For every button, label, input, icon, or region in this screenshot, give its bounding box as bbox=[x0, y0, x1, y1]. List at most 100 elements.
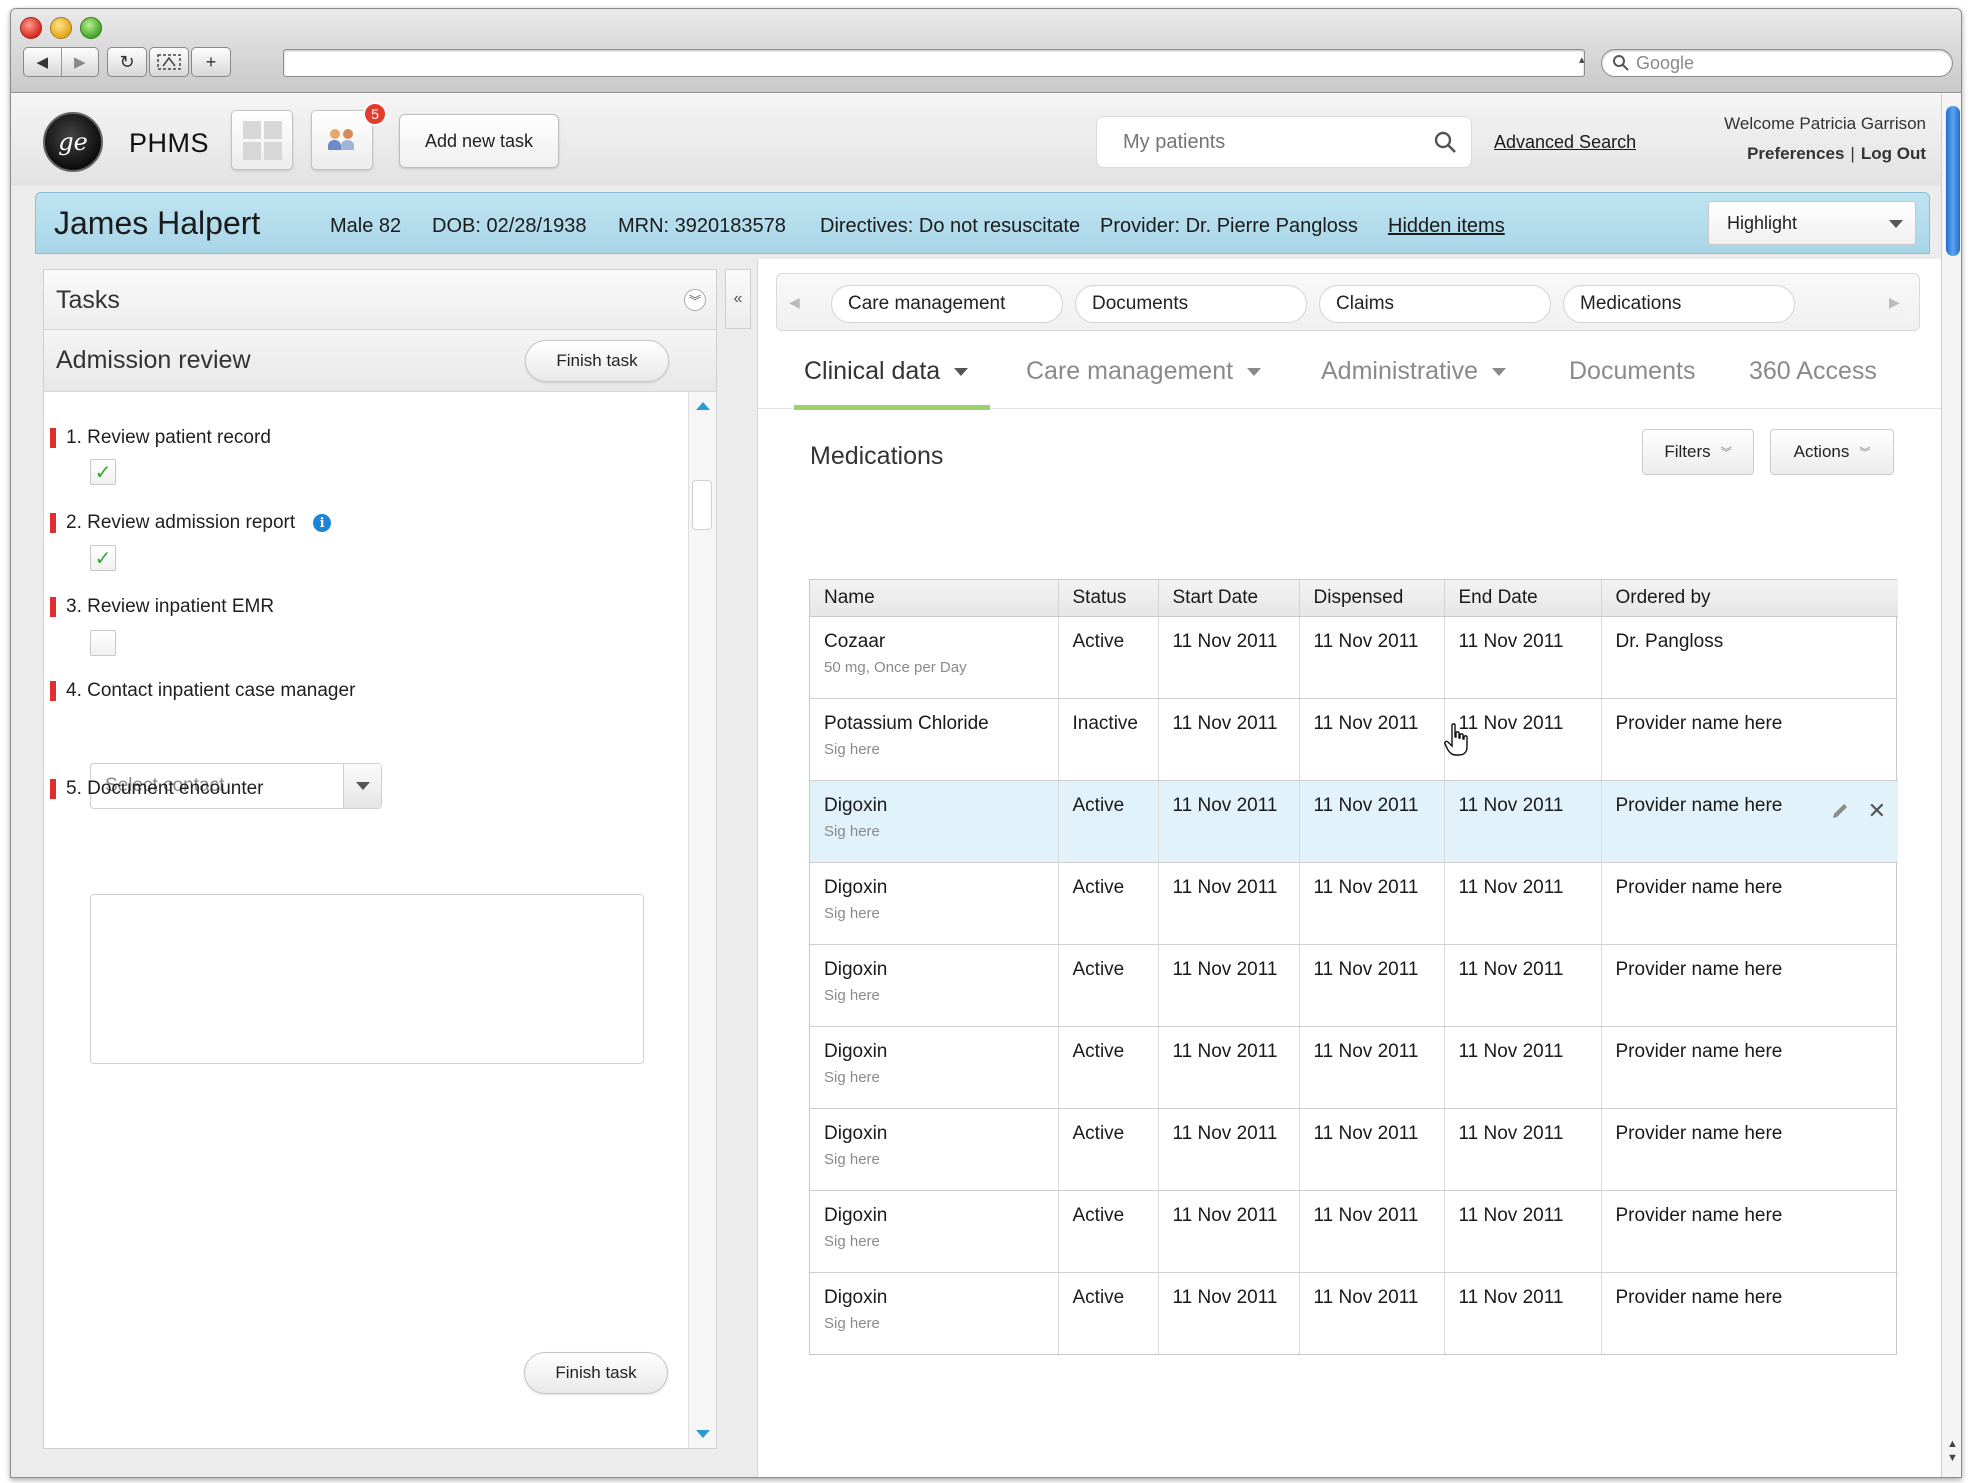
highlight-dropdown[interactable]: Highlight bbox=[1708, 201, 1916, 245]
med-sig: Sig here bbox=[824, 1314, 880, 1332]
tab-label: Administrative bbox=[1321, 357, 1478, 385]
browser-window: ◀ ▶ ↻ + ▴ Google ge PHMS 5 Add new task bbox=[10, 8, 1962, 1478]
tab-label: 360 Access bbox=[1749, 357, 1877, 385]
page-scrollbar[interactable]: ▲ ▼ bbox=[1941, 94, 1961, 1477]
row-actions: ✕ bbox=[1830, 799, 1886, 821]
column-header-end-date[interactable]: End Date bbox=[1444, 580, 1602, 617]
patient-sex-age: Male 82 bbox=[330, 215, 402, 237]
reload-icon[interactable]: ↻ bbox=[107, 47, 147, 77]
browser-nav-buttons: ◀ ▶ bbox=[23, 47, 99, 77]
tasks-header: Tasks ︾ bbox=[44, 270, 716, 330]
column-header-ordered-by[interactable]: Ordered by bbox=[1601, 580, 1898, 617]
add-new-task-button[interactable]: Add new task bbox=[399, 114, 559, 168]
advanced-search-link[interactable]: Advanced Search bbox=[1494, 132, 1636, 153]
table-row[interactable]: Digoxin Sig here Active 11 Nov 2011 11 No… bbox=[810, 1190, 1898, 1273]
actions-label: Actions bbox=[1793, 442, 1850, 461]
close-window-icon[interactable] bbox=[20, 17, 42, 39]
table-row[interactable]: Digoxin Sig here Active 11 Nov 2011 11 No… bbox=[810, 944, 1898, 1027]
people-icon bbox=[327, 129, 357, 151]
column-header-start-date[interactable]: Start Date bbox=[1158, 580, 1300, 617]
table-row[interactable]: Potassium Chloride Sig here Inactive 11 N… bbox=[810, 698, 1898, 781]
tab-administrative[interactable]: Administrative bbox=[1321, 357, 1506, 386]
page-scroll-thumb[interactable] bbox=[1946, 106, 1960, 256]
document-encounter-textarea[interactable] bbox=[90, 894, 644, 1064]
med-sig: Sig here bbox=[824, 1068, 880, 1086]
info-icon[interactable]: i bbox=[313, 514, 332, 532]
search-icon[interactable] bbox=[1433, 130, 1457, 154]
column-header-dispensed[interactable]: Dispensed bbox=[1299, 580, 1445, 617]
screenshot-icon[interactable] bbox=[149, 47, 189, 77]
finish-task-button-bottom[interactable]: Finish task bbox=[524, 1352, 668, 1394]
task-item-document-encounter: 5. Document encounter bbox=[50, 778, 264, 800]
task-required-marker bbox=[50, 681, 56, 701]
cell-end-date: 11 Nov 2011 bbox=[1444, 1272, 1602, 1354]
scroll-left-icon[interactable]: ◀ bbox=[789, 294, 800, 311]
url-dropdown-icon[interactable]: ▴ bbox=[1579, 53, 1585, 66]
zoom-window-icon[interactable] bbox=[80, 17, 102, 39]
app-header: ge PHMS 5 Add new task Advanced Search W… bbox=[11, 94, 1941, 186]
actions-button[interactable]: Actions ︾ bbox=[1770, 429, 1894, 475]
patient-banner: James Halpert Male 82 DOB: 02/28/1938 MR… bbox=[35, 192, 1930, 254]
task-required-marker bbox=[50, 513, 56, 533]
table-row[interactable]: Digoxin Sig here Active 11 Nov 2011 11 No… bbox=[810, 1108, 1898, 1191]
preferences-link[interactable]: Preferences bbox=[1747, 144, 1844, 163]
task-checkbox-3[interactable] bbox=[90, 630, 116, 656]
collapse-tasks-icon[interactable]: ︾ bbox=[684, 289, 706, 311]
browser-search-field[interactable]: Google bbox=[1601, 49, 1953, 77]
collapse-left-panel-icon[interactable]: « bbox=[725, 269, 751, 329]
table-row[interactable]: Digoxin Sig here Active 11 Nov 2011 11 No… bbox=[810, 1026, 1898, 1109]
med-name: Digoxin bbox=[824, 1286, 888, 1308]
filters-button[interactable]: Filters ︾ bbox=[1642, 429, 1754, 475]
task-checkbox-1[interactable]: ✓ bbox=[90, 459, 116, 485]
chevron-down-icon bbox=[1889, 220, 1903, 228]
tab-clinical-data[interactable]: Clinical data bbox=[804, 357, 969, 386]
url-bar[interactable] bbox=[283, 49, 1585, 77]
table-row[interactable]: Digoxin Sig here Active 11 Nov 2011 11 No… bbox=[810, 862, 1898, 945]
table-row[interactable]: Cozaar 50 mg, Once per Day Active 11 Nov … bbox=[810, 616, 1898, 699]
column-header-status[interactable]: Status bbox=[1058, 580, 1159, 617]
pencil-icon[interactable] bbox=[1830, 801, 1850, 821]
cell-status: Inactive bbox=[1058, 698, 1159, 781]
main-content: ◀ Care management Documents Claims Medic… bbox=[757, 259, 1942, 1477]
scroll-down-icon[interactable] bbox=[696, 1430, 710, 1438]
pill-documents[interactable]: Documents bbox=[1075, 285, 1307, 323]
hidden-items-link[interactable]: Hidden items bbox=[1388, 215, 1505, 238]
cell-name: Potassium Chloride Sig here bbox=[810, 698, 1059, 781]
tasks-scrollbar[interactable] bbox=[688, 392, 716, 1448]
link-separator: | bbox=[1850, 144, 1855, 163]
tab-360-access[interactable]: 360 Access bbox=[1749, 357, 1877, 386]
scroll-thumb[interactable] bbox=[692, 480, 712, 530]
logout-link[interactable]: Log Out bbox=[1861, 144, 1926, 163]
table-row[interactable]: Digoxin Sig here Active 11 Nov 2011 11 No… bbox=[810, 1272, 1898, 1354]
welcome-message: Welcome Patricia Garrison bbox=[1724, 114, 1926, 133]
page-scroll-arrows-icon[interactable]: ▲ ▼ bbox=[1947, 1437, 1958, 1465]
panel-splitter: « bbox=[723, 269, 753, 1477]
pill-medications[interactable]: Medications bbox=[1563, 285, 1795, 323]
scroll-up-icon[interactable] bbox=[696, 402, 710, 410]
medications-table: Name Status Start Date Dispensed End Dat… bbox=[809, 579, 1898, 1355]
tab-documents[interactable]: Documents bbox=[1569, 357, 1695, 386]
med-name: Cozaar bbox=[824, 630, 886, 652]
task-checkbox-2[interactable]: ✓ bbox=[90, 545, 116, 571]
cell-start-date: 11 Nov 2011 bbox=[1158, 1026, 1300, 1109]
med-name: Digoxin bbox=[824, 958, 888, 980]
cell-dispensed: 11 Nov 2011 bbox=[1299, 1190, 1445, 1273]
pill-claims[interactable]: Claims bbox=[1319, 285, 1551, 323]
pill-care-management[interactable]: Care management bbox=[831, 285, 1063, 323]
scroll-right-icon[interactable]: ▶ bbox=[1889, 294, 1900, 311]
forward-arrow-icon[interactable]: ▶ bbox=[60, 48, 99, 76]
select-contact-toggle[interactable] bbox=[343, 764, 381, 808]
finish-task-button-top[interactable]: Finish task bbox=[525, 340, 669, 382]
new-tab-icon[interactable]: + bbox=[191, 47, 231, 77]
patient-search-input[interactable] bbox=[1123, 130, 1413, 154]
tab-care-management[interactable]: Care management bbox=[1026, 357, 1262, 386]
cell-dispensed: 11 Nov 2011 bbox=[1299, 1272, 1445, 1354]
close-icon[interactable]: ✕ bbox=[1868, 799, 1886, 821]
minimize-window-icon[interactable] bbox=[50, 17, 72, 39]
cell-ordered-by: Provider name here bbox=[1601, 862, 1898, 945]
table-row-selected[interactable]: Digoxin Sig here Active 11 Nov 2011 11 No… bbox=[810, 780, 1898, 863]
column-header-name[interactable]: Name bbox=[810, 580, 1059, 617]
cell-status: Active bbox=[1058, 1026, 1159, 1109]
dashboard-button[interactable] bbox=[231, 110, 293, 170]
back-arrow-icon[interactable]: ◀ bbox=[24, 48, 61, 76]
